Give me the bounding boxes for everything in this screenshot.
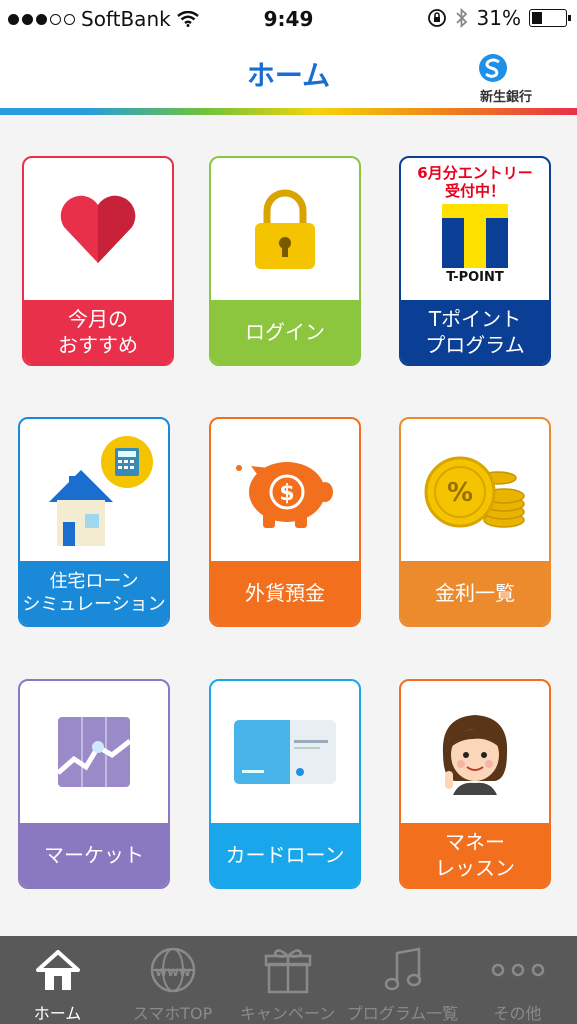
- shinsei-logo-icon: [479, 54, 507, 82]
- tab-label: ホーム: [33, 1004, 82, 1023]
- tile-label-line1: 金利一覧: [435, 581, 515, 605]
- tile-label: 今月の おすすめ: [24, 300, 172, 364]
- tile-label: マーケット: [20, 823, 168, 887]
- tile-label-line2: シミュレーション: [22, 594, 166, 615]
- tpoint-text: T-POINT: [446, 270, 504, 285]
- tile-label: 外貨預金: [211, 561, 359, 625]
- tab-label: キャンペーン: [239, 1004, 336, 1023]
- nav-header: ホーム 新生銀行: [0, 40, 577, 108]
- svg-text:%: %: [447, 478, 473, 508]
- market-chart-icon: [20, 681, 168, 823]
- entry-badge-line1: 6月分エントリー: [417, 164, 533, 182]
- tile-label-line1: マネー: [445, 830, 505, 854]
- tab-bar: ホーム www スマホTOP キャンペーン プログラム一覧 その他: [0, 936, 577, 1024]
- gift-icon: [230, 944, 345, 996]
- tile-label-line1: ログイン: [245, 320, 325, 344]
- credit-card-icon: [211, 681, 359, 823]
- tab-campaign[interactable]: キャンペーン: [230, 936, 345, 1024]
- status-bar: SoftBank 9:49 31%: [0, 0, 577, 40]
- logo-text: 新生銀行: [479, 90, 532, 105]
- entry-badge: 6月分エントリー 受付中！: [417, 164, 532, 200]
- tile-foreign-deposit[interactable]: $ 外貨預金: [209, 417, 361, 627]
- tab-label: スマホTOP: [132, 1004, 213, 1023]
- tile-label: カードローン: [211, 823, 359, 887]
- tab-label: プログラム一覧: [346, 1004, 459, 1023]
- entry-badge-line2: 受付中！: [444, 182, 505, 200]
- tile-label-line1: マーケット: [44, 843, 144, 867]
- tile-interest-rates[interactable]: % 金利一覧: [399, 417, 551, 627]
- teacher-avatar-icon: [401, 681, 549, 823]
- tpoint-icon: [442, 204, 508, 268]
- tile-tpoint-program[interactable]: 6月分エントリー 受付中！ T-POINT Tポイント プログラム: [399, 156, 551, 366]
- tile-label-line1: Tポイント: [428, 307, 522, 331]
- tile-label: Tポイント プログラム: [401, 300, 549, 364]
- house-calculator-icon: [20, 419, 168, 561]
- tile-label-line1: 外貨預金: [245, 581, 325, 605]
- tile-housing-loan[interactable]: 住宅ローン シミュレーション: [18, 417, 170, 627]
- piggy-bank-icon: $: [211, 419, 359, 561]
- tab-label: その他: [493, 1004, 542, 1023]
- tile-login[interactable]: ログイン: [209, 156, 361, 366]
- home-icon: [0, 944, 115, 996]
- rotation-lock-icon: [427, 9, 446, 27]
- tab-more[interactable]: その他: [460, 936, 575, 1024]
- rainbow-divider: [0, 108, 577, 115]
- tab-home[interactable]: ホーム: [0, 936, 115, 1024]
- music-note-icon: [345, 944, 460, 996]
- tile-recommended[interactable]: 今月の おすすめ: [22, 156, 174, 366]
- padlock-icon: [211, 158, 359, 300]
- tile-money-lesson[interactable]: マネー レッスン: [399, 679, 551, 889]
- tab-program-list[interactable]: プログラム一覧: [345, 936, 460, 1024]
- tile-market[interactable]: マーケット: [18, 679, 170, 889]
- tile-label-line2: プログラム: [425, 333, 525, 357]
- tile-label: 住宅ローン シミュレーション: [20, 561, 168, 625]
- tile-label: マネー レッスン: [401, 823, 549, 887]
- tile-label-line2: レッスン: [435, 856, 515, 880]
- tab-smartphone-top[interactable]: www スマホTOP: [115, 936, 230, 1024]
- heart-icon: [24, 158, 172, 300]
- battery-icon: [529, 9, 571, 27]
- tile-label-line1: 今月の: [68, 307, 128, 331]
- bluetooth-icon: [455, 8, 467, 28]
- gold-coins-icon: %: [401, 419, 549, 561]
- more-icon: [460, 944, 575, 996]
- svg-text:www: www: [154, 965, 190, 980]
- tile-label: 金利一覧: [401, 561, 549, 625]
- tile-card-loan[interactable]: カードローン: [209, 679, 361, 889]
- battery-percent: 31%: [476, 6, 521, 30]
- tpoint-logo: 6月分エントリー 受付中！ T-POINT: [401, 158, 549, 300]
- globe-icon: www: [115, 944, 230, 996]
- tile-label: ログイン: [211, 300, 359, 364]
- tile-label-line1: カードローン: [225, 843, 345, 867]
- tile-label-line1: 住宅ローン: [49, 571, 139, 592]
- svg-text:$: $: [279, 481, 294, 506]
- tile-label-line2: おすすめ: [58, 333, 138, 357]
- status-right: 31%: [427, 6, 571, 30]
